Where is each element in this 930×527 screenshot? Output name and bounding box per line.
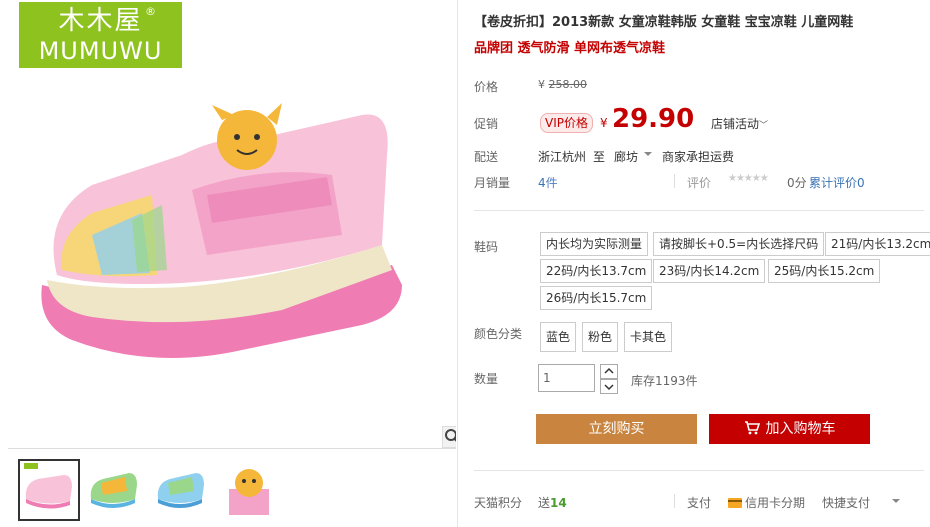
thumbnail-4-image xyxy=(229,469,269,515)
brand-logo-reg: ® xyxy=(145,5,156,18)
current-price-symbol: ¥ xyxy=(600,116,608,130)
sales-separator xyxy=(674,174,675,188)
monthly-sales-count: 4 xyxy=(538,176,546,190)
thumbnail-strip xyxy=(8,455,456,527)
rating-score: 0分 xyxy=(787,176,807,190)
size-option-6[interactable]: 25码/内长15.2cm xyxy=(768,259,881,283)
credit-installment-link[interactable]: 信用卡分期 xyxy=(728,494,805,511)
thumbnail-1[interactable] xyxy=(18,459,80,521)
magnifier-icon xyxy=(445,429,456,442)
shipping-to-word: 至 xyxy=(593,150,606,164)
promo-label: 促销 xyxy=(474,117,499,131)
monthly-sales-unit: 件 xyxy=(545,176,558,190)
product-subtitle: 品牌团 透气防滑 单网布透气凉鞋 xyxy=(474,41,666,56)
chevron-up-icon xyxy=(604,367,614,374)
brand-logo-en: MUMUWU xyxy=(38,37,163,65)
original-price-value: 258.00 xyxy=(548,78,588,91)
size-option-1[interactable]: 内长均为实际测量 xyxy=(540,232,649,256)
add-to-cart-label: 加入购物车 xyxy=(765,421,836,437)
section-divider xyxy=(474,210,924,211)
add-to-cart-button[interactable]: 加入购物车 xyxy=(709,414,870,444)
quantity-label: 数量 xyxy=(474,372,499,386)
thumbnail-2-image xyxy=(90,473,137,508)
size-option-7[interactable]: 26码/内长15.7cm xyxy=(540,286,653,310)
monthly-sales-label: 月销量 xyxy=(474,176,511,190)
chevron-down-icon xyxy=(604,384,614,391)
thumbnail-1-image xyxy=(24,463,72,509)
thumbnail-3-image xyxy=(157,473,204,508)
original-price: ¥ 258.00 xyxy=(538,78,587,91)
caret-down-icon xyxy=(644,152,652,156)
shipping-origin: 浙江杭州 xyxy=(538,150,587,164)
review-label: 评价 xyxy=(687,176,712,190)
points-label: 天猫积分 xyxy=(474,496,523,510)
buy-now-button[interactable]: 立刻购买 xyxy=(536,414,697,444)
color-option-pink[interactable]: 粉色 xyxy=(582,322,619,352)
shipping-destination-dropdown[interactable]: 廊坊 xyxy=(614,148,638,165)
thumbnail-3[interactable] xyxy=(152,459,210,517)
vip-price-badge: VIP价格 xyxy=(540,113,593,133)
product-gallery: 木木屋 MUMUWU ® xyxy=(0,0,456,527)
thumbnail-4[interactable] xyxy=(219,459,277,517)
size-option-3[interactable]: 21码/内长13.2cm xyxy=(825,232,930,256)
footer-divider xyxy=(474,470,924,471)
credit-installment-label: 信用卡分期 xyxy=(745,496,806,510)
color-option-khaki[interactable]: 卡其色 xyxy=(624,322,673,352)
points-number: 14 xyxy=(550,496,567,510)
quantity-increase-button[interactable] xyxy=(600,364,618,379)
original-price-symbol: ¥ xyxy=(538,78,545,91)
size-option-2[interactable]: 请按脚长+0.5=内长选择尺码 xyxy=(653,232,825,256)
brand-logo-cn: 木木屋 xyxy=(58,6,143,36)
payment-label: 支付 xyxy=(687,496,712,510)
quick-pay-label: 快捷支付 xyxy=(822,496,871,510)
monthly-sales: 4件 xyxy=(538,174,558,191)
store-activity-dropdown[interactable]: 店铺活动﹀ xyxy=(711,115,768,132)
shipping-fee: 商家承担运费 xyxy=(662,150,735,164)
shoe-image xyxy=(41,103,402,358)
zoom-button[interactable] xyxy=(442,426,456,448)
quantity-input[interactable] xyxy=(538,364,595,392)
footer-separator xyxy=(674,494,675,508)
quantity-decrease-button[interactable] xyxy=(600,379,618,394)
brand-logo: 木木屋 MUMUWU ® xyxy=(19,2,182,68)
shipping-destination: 廊坊 xyxy=(614,150,639,164)
size-label: 鞋码 xyxy=(474,240,499,254)
product-info: 【卷皮折扣】2013新款 女童凉鞋韩版 女童鞋 宝宝凉鞋 儿童网鞋 品牌团 透气… xyxy=(458,0,930,527)
size-option-4[interactable]: 22码/内长13.7cm xyxy=(540,259,653,283)
price-label: 价格 xyxy=(474,80,499,94)
points-value: 送14 xyxy=(538,494,567,511)
size-option-5[interactable]: 23码/内长14.2cm xyxy=(653,259,766,283)
total-reviews-link[interactable]: 累计评价0 xyxy=(809,174,865,191)
thumbnail-2[interactable] xyxy=(85,459,143,517)
store-activity-label: 店铺活动 xyxy=(711,117,760,131)
rating-stars-icon: ★★★★★ xyxy=(728,173,769,184)
credit-card-icon xyxy=(728,498,742,508)
shipping-label: 配送 xyxy=(474,150,499,164)
stock-count: 库存1193件 xyxy=(631,374,698,388)
cart-icon xyxy=(744,421,760,435)
product-title: 【卷皮折扣】2013新款 女童凉鞋韩版 女童鞋 宝宝凉鞋 儿童网鞋 xyxy=(474,15,854,30)
points-prefix: 送 xyxy=(538,496,551,510)
chevron-down-icon: ﹀ xyxy=(759,121,769,131)
color-label: 颜色分类 xyxy=(474,327,523,341)
color-option-blue[interactable]: 蓝色 xyxy=(540,322,577,352)
payment-caret-icon[interactable] xyxy=(892,499,900,503)
current-price: 29.90 xyxy=(612,104,695,134)
